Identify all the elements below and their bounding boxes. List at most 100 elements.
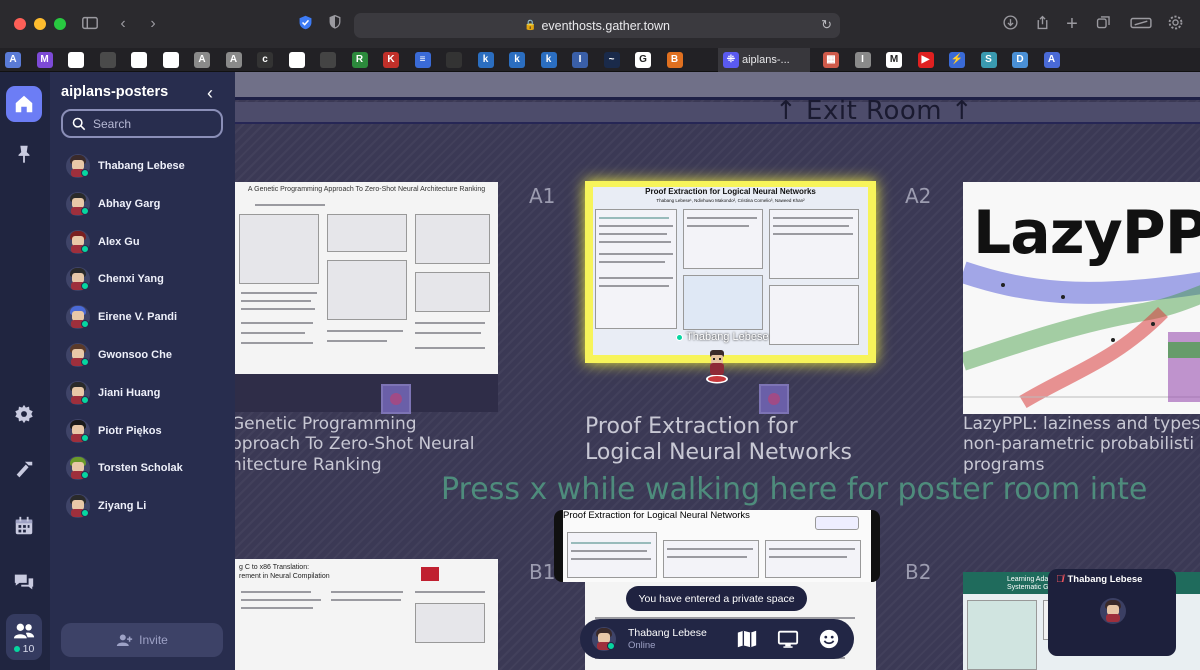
pin-button[interactable] [6,136,42,172]
site-fav-29-icon[interactable]: S [980,52,997,68]
site-fav-24-icon[interactable]: ▦ [823,52,839,68]
maximize-window-button[interactable] [54,18,66,30]
forward-icon[interactable]: › [143,14,163,34]
site-fav-28-icon[interactable]: ⚡ [949,52,965,68]
participant-row[interactable]: Eirene V. Pandi [66,303,226,331]
emoji-icon[interactable] [818,628,840,650]
add-person-icon [117,634,133,646]
game-map[interactable]: ↑ Exit Room ↑ A Genetic Programming Appr… [235,72,1200,670]
poster-interact-tile[interactable] [381,384,411,414]
tab-aiplans[interactable]: ⁜ aiplans-... [718,48,810,72]
new-tab-icon[interactable]: + [1062,14,1082,34]
video-tile[interactable]: 🎙̸ Thabang Lebese [1048,569,1176,656]
participant-row[interactable]: Abhay Garg [66,190,226,218]
settings-gear-icon[interactable] [1165,14,1185,34]
site-fav-25-icon[interactable]: I [854,52,871,68]
site-fav-30-icon[interactable]: D [1012,52,1028,68]
private-space-toast: You have entered a private space [626,586,807,611]
search-icon [72,117,86,130]
my-name[interactable]: Thabang Lebese [628,627,707,639]
participant-row[interactable]: Gwonsoo Che [66,341,226,369]
site-fav-16-icon[interactable]: k [477,52,494,68]
google-fav-icon[interactable]: G [635,52,651,68]
back-icon[interactable]: ‹ [113,14,133,34]
home-button[interactable] [6,86,42,122]
search-box[interactable] [61,109,223,138]
site-fav-31-icon[interactable]: A [1043,52,1060,68]
settings-button[interactable] [6,396,42,432]
github-fav-icon[interactable] [288,52,305,68]
participant-row[interactable]: Piotr Piękos [66,417,226,445]
extension-icon[interactable] [1128,14,1154,34]
collapse-panel-chevron-left-icon[interactable]: ‹ [207,83,213,104]
site-fav-18-icon[interactable]: k [540,52,557,68]
participant-name: Ziyang Li [98,500,147,513]
share-icon[interactable] [1032,14,1052,34]
poster-header: Learning Ada Systematic G [1007,576,1049,592]
poster-c-to-x86[interactable]: g C to x86 Translation: rement in Neural… [235,559,498,670]
shield-check-icon[interactable] [295,14,315,34]
privacy-shield-icon[interactable] [325,14,345,34]
site-fav-1-icon[interactable]: A [5,52,21,68]
participant-name: Torsten Scholak [98,462,183,475]
participant-row[interactable]: Torsten Scholak [66,454,226,482]
build-button[interactable] [6,452,42,488]
github-fav-icon[interactable] [131,52,147,68]
participants-button[interactable]: 10 [6,614,42,660]
poster-stand [235,374,498,412]
participant-row[interactable]: Thabang Lebese [66,152,226,180]
poster-lazyppl[interactable]: LazyPPL [963,182,1200,414]
bottom-dock: Thabang Lebese Online [580,619,854,659]
close-window-button[interactable] [14,18,26,30]
gmail-fav-icon[interactable]: M [886,52,902,68]
map-icon[interactable] [736,628,758,650]
slot-label-b2: B2 [905,560,932,584]
player-avatar[interactable] [704,348,730,384]
search-input[interactable] [93,116,213,131]
online-dot-icon [13,645,20,652]
online-status-icon [81,169,89,177]
poster-interact-tile[interactable] [759,384,789,414]
left-rail: 10 [0,72,50,670]
site-fav-15-icon[interactable] [446,52,462,68]
site-fav-4-icon[interactable] [99,52,116,68]
site-fav-22-icon[interactable]: B [666,52,683,68]
participant-row[interactable]: Chenxi Yang [66,265,226,293]
site-fav-8-icon[interactable]: A [225,52,242,68]
participant-row[interactable]: Jiani Huang [66,379,226,407]
site-fav-17-icon[interactable]: k [509,52,525,68]
poster-preview[interactable]: Proof Extraction for Logical Neural Netw… [554,510,880,582]
youtube-fav-icon[interactable]: ▶ [917,52,934,68]
address-bar[interactable]: 🔒 eventhosts.gather.town ↻ [354,13,840,38]
poster-genetic-programming[interactable]: A Genetic Programming Approach To Zero-S… [235,182,498,374]
site-fav-13-icon[interactable]: K [383,52,399,68]
my-avatar[interactable] [592,627,616,651]
site-fav-2-icon[interactable]: M [36,52,53,68]
sidebar-toggle-icon[interactable] [80,14,100,34]
site-fav-14-icon[interactable]: ≡ [414,52,431,68]
participant-row[interactable]: Ziyang Li [66,492,226,520]
invite-button[interactable]: Invite [61,623,223,657]
exit-room-label: ↑ Exit Room ↑ [775,96,974,126]
calendar-button[interactable] [6,508,42,544]
online-status-icon [81,395,89,404]
site-fav-11-icon[interactable] [320,52,336,68]
online-status-icon [81,471,89,480]
github-fav-icon[interactable] [68,52,84,68]
download-icon[interactable] [1000,14,1020,34]
site-fav-9-icon[interactable]: c [257,52,273,68]
minimize-window-button[interactable] [34,18,46,30]
tab-overview-icon[interactable] [1093,14,1113,34]
screen-share-icon[interactable] [777,628,799,650]
site-fav-20-icon[interactable]: ~ [603,52,620,68]
participant-row[interactable]: Alex Gu [66,228,226,256]
poster-plot [963,261,1200,409]
site-fav-7-icon[interactable]: A [194,52,210,68]
site-fav-19-icon[interactable]: I [572,52,588,68]
chat-button[interactable] [6,564,42,600]
site-fav-12-icon[interactable]: R [351,52,368,68]
reload-icon[interactable]: ↻ [821,17,832,33]
lock-icon: 🔒 [523,20,537,31]
status-dot-icon [676,333,683,341]
github-fav-icon[interactable] [162,52,179,68]
